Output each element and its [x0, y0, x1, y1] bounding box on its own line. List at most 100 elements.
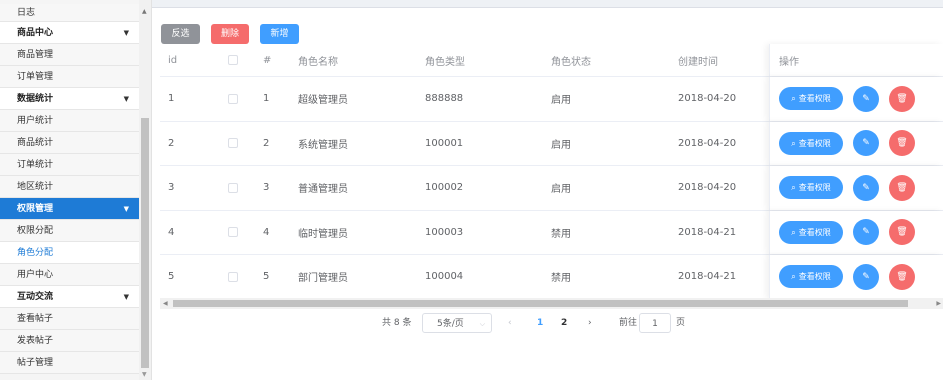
- goto-unit-label: 页: [676, 318, 686, 328]
- hscroll-thumb[interactable]: [173, 300, 908, 307]
- sidebar-item[interactable]: 权限分配: [0, 220, 139, 242]
- sidebar-item[interactable]: 角色分配: [0, 242, 139, 264]
- delete-row-button[interactable]: 🗑: [889, 174, 915, 201]
- view-permissions-button[interactable]: ⌕ 查看权限: [779, 87, 843, 111]
- sidebar-scrollbar[interactable]: ▲ ▼: [139, 0, 151, 380]
- delete-row-button[interactable]: 🗑: [889, 219, 915, 246]
- prev-page-button[interactable]: ‹: [508, 313, 512, 333]
- sidebar-item[interactable]: 订单统计: [0, 154, 139, 176]
- pagination-total: 共 8 条: [382, 318, 412, 328]
- scroll-right-icon[interactable]: ▶: [936, 298, 941, 309]
- sidebar-item-label: 订单管理: [17, 72, 54, 82]
- edit-button[interactable]: ✎: [853, 85, 879, 112]
- cell-created-time: 2018-04-21: [678, 226, 737, 238]
- scrollbar-thumb[interactable]: [141, 118, 149, 368]
- page-size-select[interactable]: 5条/页 ⌵: [422, 313, 492, 333]
- edit-button[interactable]: ✎: [853, 263, 879, 290]
- cell-select[interactable]: [228, 166, 238, 210]
- sidebar-item[interactable]: 订单管理: [0, 66, 139, 88]
- next-page-button[interactable]: ›: [588, 313, 592, 333]
- sidebar-item[interactable]: 数据统计 ▼: [0, 88, 139, 110]
- sidebar-item[interactable]: 用户统计: [0, 110, 139, 132]
- delete-row-button[interactable]: 🗑: [889, 130, 915, 157]
- scroll-down-icon[interactable]: ▼: [142, 371, 147, 378]
- cell-created-time: 2018-04-21: [678, 271, 737, 283]
- page-1-button[interactable]: 1: [537, 313, 543, 333]
- edit-icon: ✎: [862, 93, 870, 104]
- delete-button[interactable]: 删除: [211, 24, 249, 44]
- sidebar-item[interactable]: 商品中心 ▼: [0, 22, 139, 44]
- sidebar-item-label: 数据统计: [17, 94, 54, 104]
- cell-role-name: 临时管理员: [298, 228, 348, 240]
- cell-select[interactable]: [228, 77, 238, 121]
- sidebar-item[interactable]: 查看帖子: [0, 308, 139, 330]
- view-permissions-label: 查看权限: [798, 138, 831, 148]
- table-row[interactable]: 4 4 临时管理员 100003 禁用 2018-04-21 ⌕ 查看权限 ✎ 🗑: [160, 210, 943, 255]
- view-permissions-button[interactable]: ⌕ 查看权限: [779, 265, 843, 289]
- scroll-up-icon[interactable]: ▲: [142, 8, 147, 15]
- row-checkbox[interactable]: [228, 271, 238, 282]
- table-row[interactable]: 5 5 部门管理员 100004 禁用 2018-04-21 ⌕ 查看权限 ✎ 🗑: [160, 255, 943, 300]
- table-horizontal-scrollbar[interactable]: ◀ ▶: [160, 298, 943, 309]
- cell-role-status: 禁用: [551, 228, 571, 240]
- row-checkbox[interactable]: [228, 182, 238, 193]
- edit-button[interactable]: ✎: [853, 130, 879, 157]
- cell-select[interactable]: [228, 211, 238, 255]
- header-role-status: 角色状态: [551, 56, 591, 68]
- row-checkbox[interactable]: [228, 227, 238, 238]
- select-all-checkbox[interactable]: [228, 55, 238, 65]
- page-2-button[interactable]: 2: [561, 313, 567, 333]
- header-operations: 操作: [769, 44, 943, 76]
- sidebar-item[interactable]: 权限管理 ▼: [0, 198, 139, 220]
- table-row[interactable]: 3 3 普通管理员 100002 启用 2018-04-20 ⌕ 查看权限 ✎ 🗑: [160, 166, 943, 211]
- sidebar-item-label: 日志: [17, 8, 36, 18]
- page-size-value: 5条/页: [437, 319, 464, 329]
- cell-role-type: 100001: [425, 137, 464, 149]
- cell-role-type: 888888: [425, 93, 464, 105]
- sidebar-item[interactable]: 发表帖子: [0, 330, 139, 352]
- delete-row-button[interactable]: 🗑: [889, 263, 915, 290]
- sidebar-item-label: 地区统计: [17, 182, 54, 192]
- row-checkbox[interactable]: [228, 93, 238, 104]
- sidebar-item-label: 商品中心: [17, 28, 54, 38]
- cell-created-time: 2018-04-20: [678, 93, 737, 105]
- row-checkbox[interactable]: [228, 138, 238, 149]
- search-icon: ⌕: [791, 94, 796, 104]
- view-permissions-button[interactable]: ⌕ 查看权限: [779, 131, 843, 155]
- cell-select[interactable]: [228, 122, 238, 166]
- table-header: id # 角色名称 角色类型 角色状态 创建时间 操作: [160, 44, 943, 77]
- edit-button[interactable]: ✎: [853, 219, 879, 246]
- view-permissions-button[interactable]: ⌕ 查看权限: [779, 220, 843, 244]
- sidebar-item[interactable]: 商品管理: [0, 44, 139, 66]
- cell-role-type: 100002: [425, 182, 464, 194]
- edit-button[interactable]: ✎: [853, 174, 879, 201]
- goto-label: 前往: [619, 318, 638, 328]
- sidebar: 日志 商品中心 ▼ 商品管理 订单管理 数据统计 ▼ 用户统计 商品统计 订单统计 地区统计 权限管理…: [0, 0, 152, 380]
- sidebar-item-label: 角色分配: [17, 248, 54, 258]
- cell-role-name: 普通管理员: [298, 184, 348, 196]
- cell-created-time: 2018-04-20: [678, 182, 737, 194]
- sidebar-item[interactable]: 商品统计: [0, 132, 139, 154]
- sidebar-item[interactable]: 地区统计: [0, 176, 139, 198]
- cell-operations: ⌕ 查看权限 ✎ 🗑: [769, 255, 943, 299]
- cell-index: 5: [263, 271, 270, 283]
- trash-icon: 🗑: [896, 227, 908, 238]
- trash-icon: 🗑: [896, 182, 908, 193]
- view-permissions-button[interactable]: ⌕ 查看权限: [779, 176, 843, 200]
- scroll-left-icon[interactable]: ◀: [163, 298, 168, 309]
- sidebar-item[interactable]: 日志: [0, 4, 139, 22]
- sidebar-item[interactable]: 帖子管理: [0, 352, 139, 374]
- sidebar-item[interactable]: 互动交流 ▼: [0, 286, 139, 308]
- sidebar-item-label: 用户中心: [17, 270, 54, 280]
- add-button[interactable]: 新增: [260, 24, 299, 44]
- header-select-all[interactable]: [228, 44, 238, 76]
- table-row[interactable]: 2 2 系统管理员 100001 启用 2018-04-20 ⌕ 查看权限 ✎ 🗑: [160, 121, 943, 166]
- sidebar-item[interactable]: 用户中心: [0, 264, 139, 286]
- cell-role-status: 启用: [551, 139, 571, 151]
- cell-select[interactable]: [228, 255, 238, 299]
- goto-page-input[interactable]: 1: [639, 313, 671, 333]
- delete-row-button[interactable]: 🗑: [889, 85, 915, 112]
- invert-selection-button[interactable]: 反选: [161, 24, 200, 44]
- table-row[interactable]: 1 1 超级管理员 888888 启用 2018-04-20 ⌕ 查看权限 ✎ 🗑: [160, 77, 943, 122]
- table-body: 1 1 超级管理员 888888 启用 2018-04-20 ⌕ 查看权限 ✎ 🗑 2 2 系统管理员 1…: [160, 77, 943, 300]
